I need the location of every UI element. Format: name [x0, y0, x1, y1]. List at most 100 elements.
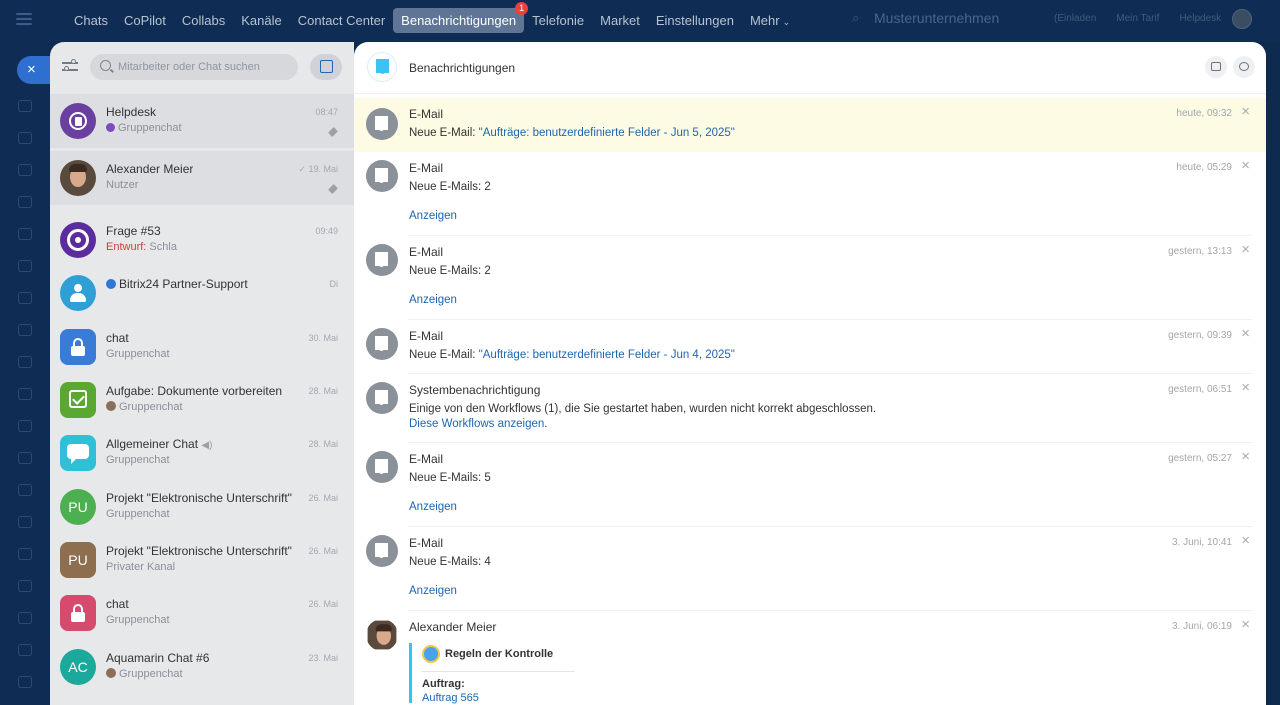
- rail-shop-icon[interactable]: [18, 420, 32, 432]
- dismiss-button[interactable]: ×: [1241, 380, 1250, 396]
- chat-row[interactable]: PU Projekt "Elektronische Unterschrift" …: [50, 533, 354, 587]
- notifications-header-icon: [367, 52, 397, 82]
- dismiss-button[interactable]: ×: [1241, 326, 1250, 342]
- chat-row[interactable]: chat Gruppenchat 30. Mai: [50, 320, 354, 374]
- notification-sender: Alexander Meier: [409, 620, 497, 634]
- rail-terminal-icon[interactable]: [18, 612, 32, 624]
- chat-row[interactable]: chat Gruppenchat 26. Mai: [50, 586, 354, 640]
- chat-date: 28. Mai: [308, 386, 338, 396]
- notification-sender: E-Mail: [409, 452, 444, 466]
- rail-eye-icon[interactable]: [18, 548, 32, 560]
- chat-row[interactable]: Helpdesk Gruppenchat 08:47: [50, 94, 354, 148]
- nav-kanaele[interactable]: Kanäle: [233, 8, 289, 33]
- rail-analytics-icon[interactable]: [18, 388, 32, 400]
- notification-item[interactable]: Alexander Meier Regeln der Kontrolle Auf…: [354, 611, 1266, 705]
- show-link[interactable]: Anzeigen: [409, 294, 457, 306]
- chat-search[interactable]: [90, 54, 298, 80]
- chat-row[interactable]: Allgemeiner Chat ◀) Gruppenchat 28. Mai: [50, 426, 354, 480]
- chat-date: 26. Mai: [308, 493, 338, 503]
- show-link[interactable]: Anzeigen: [409, 210, 457, 222]
- show-link[interactable]: Anzeigen: [409, 585, 457, 597]
- rail-feed-icon[interactable]: [18, 132, 32, 144]
- nav-einstellungen[interactable]: Einstellungen: [648, 8, 742, 33]
- mark-read-button[interactable]: [1205, 56, 1227, 78]
- menu-icon[interactable]: [16, 13, 32, 25]
- rail-messages-icon[interactable]: [18, 164, 32, 176]
- nav-copilot[interactable]: CoPilot: [116, 8, 174, 33]
- rail-funnel-icon[interactable]: [18, 484, 32, 496]
- nav-chats[interactable]: Chats: [66, 8, 116, 33]
- chat-search-input[interactable]: [118, 54, 294, 80]
- email-subject-link[interactable]: "Aufträge: benutzerdefinierte Felder - J…: [479, 127, 735, 139]
- notification-item[interactable]: Systembenachrichtigung Einige von den Wo…: [354, 374, 1266, 443]
- helpdesk-link[interactable]: Helpdesk: [1179, 13, 1221, 24]
- nav-mehr-label: Mehr: [749, 13, 780, 28]
- chat-date: 28. Mai: [308, 439, 338, 449]
- chat-subtitle: Gruppenchat: [106, 348, 170, 360]
- rail-tasks-icon[interactable]: [18, 292, 32, 304]
- nav-contact-center[interactable]: Contact Center: [290, 8, 393, 33]
- bell-icon: [375, 390, 388, 405]
- close-icon[interactable]: ×: [17, 56, 53, 84]
- bell-icon: [375, 459, 388, 474]
- rail-docs-icon[interactable]: [18, 260, 32, 272]
- chat-row[interactable]: Bitrix24 Partner-Support Di: [50, 266, 354, 320]
- tariff-link[interactable]: Mein Tarif: [1116, 13, 1159, 24]
- chat-row[interactable]: Aufgabe: Dokumente vorbereiten Gruppench…: [50, 373, 354, 427]
- notification-item[interactable]: E-Mail Neue E-Mails: 5 Anzeigen gestern,…: [354, 443, 1266, 527]
- notification-item[interactable]: E-Mail Neue E-Mails: 2 Anzeigen gestern,…: [354, 236, 1266, 320]
- rail-sites-icon[interactable]: [18, 356, 32, 368]
- order-link[interactable]: Auftrag 565: [422, 692, 575, 704]
- notification-item[interactable]: E-Mail Neue E-Mails: 2 Anzeigen heute, 0…: [354, 152, 1266, 236]
- notification-item[interactable]: E-Mail Neue E-Mails: 4 Anzeigen 3. Juni,…: [354, 527, 1266, 611]
- helpdesk-icon: [69, 112, 87, 130]
- nav-mehr[interactable]: Mehr ⌄: [742, 8, 798, 33]
- nav-telefonie[interactable]: Telefonie: [524, 8, 592, 33]
- search-icon[interactable]: ⌕: [852, 10, 874, 26]
- dismiss-button[interactable]: ×: [1241, 617, 1250, 633]
- chat-row[interactable]: AC Aquamarin Chat #6 Gruppenchat 23. Mai: [50, 640, 354, 694]
- rail-gear-icon[interactable]: [18, 676, 32, 688]
- rail-chat-icon[interactable]: [18, 100, 32, 112]
- chat-avatar: [60, 160, 96, 196]
- show-workflows-link[interactable]: Diese Workflows anzeigen: [409, 418, 544, 430]
- rail-booking-icon[interactable]: [18, 452, 32, 464]
- nav-collabs[interactable]: Collabs: [174, 8, 233, 33]
- chat-row[interactable]: Alexander Meier Nutzer ✓ 19. Mai: [50, 151, 354, 205]
- rail-sign-icon[interactable]: [18, 580, 32, 592]
- rail-calendar-icon[interactable]: [18, 196, 32, 208]
- dismiss-button[interactable]: ×: [1241, 242, 1250, 258]
- nav-market[interactable]: Market: [592, 8, 648, 33]
- notification-sender: E-Mail: [409, 329, 444, 343]
- chat-row[interactable]: Frage #53 Entwurf: Schla 09:49: [50, 213, 354, 267]
- nav-benachrichtigungen-label: Benachrichtigungen: [401, 13, 517, 28]
- dismiss-button[interactable]: ×: [1241, 533, 1250, 549]
- chat-row[interactable]: PU Projekt "Elektronische Unterschrift" …: [50, 480, 354, 534]
- lock-icon: [71, 604, 85, 622]
- rail-people-icon[interactable]: [18, 228, 32, 240]
- notification-item[interactable]: E-Mail Neue E-Mail: "Aufträge: benutzerd…: [354, 320, 1266, 374]
- chat-subtitle: Privater Kanal: [106, 561, 176, 573]
- chat-subtitle: Nutzer: [106, 179, 139, 191]
- invite-link[interactable]: (Einladen: [1054, 13, 1096, 24]
- dismiss-button[interactable]: ×: [1241, 449, 1250, 465]
- dismiss-button[interactable]: ×: [1241, 158, 1250, 174]
- workflow-card: Regeln der Kontrolle Auftrag: Auftrag 56…: [409, 643, 575, 704]
- rail-crm-icon[interactable]: [18, 324, 32, 336]
- chat-avatar: [60, 382, 96, 418]
- search-icon: [100, 60, 111, 71]
- nav-benachrichtigungen[interactable]: Benachrichtigungen 1: [393, 2, 529, 33]
- user-avatar[interactable]: [1232, 9, 1252, 29]
- show-link[interactable]: Anzeigen: [409, 501, 457, 513]
- new-chat-button[interactable]: [310, 54, 342, 80]
- notifications-search-button[interactable]: [1233, 56, 1255, 78]
- muted-icon: ◀): [201, 440, 213, 451]
- dismiss-button[interactable]: ×: [1241, 104, 1250, 120]
- company-name[interactable]: Musterunternehmen: [874, 10, 1034, 26]
- rail-settings-icon[interactable]: [18, 516, 32, 528]
- rail-support-icon[interactable]: [18, 644, 32, 656]
- notification-item[interactable]: E-Mail Neue E-Mail: "Aufträge: benutzerd…: [354, 98, 1266, 152]
- email-subject-link[interactable]: "Aufträge: benutzerdefinierte Felder - J…: [479, 349, 735, 361]
- filter-icon[interactable]: [62, 59, 78, 73]
- chat-avatar: PU: [60, 542, 96, 578]
